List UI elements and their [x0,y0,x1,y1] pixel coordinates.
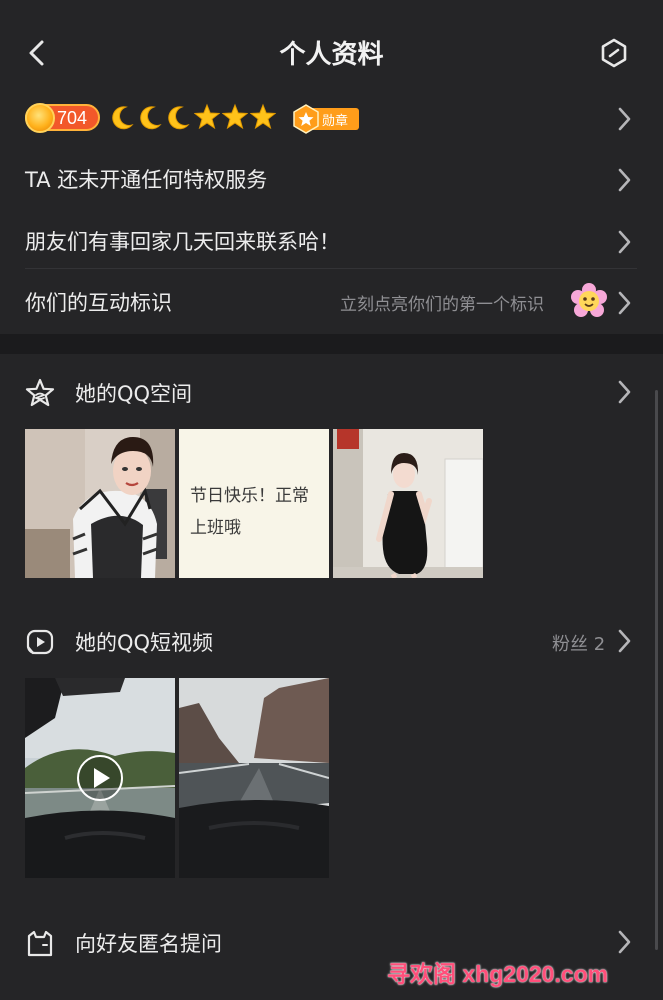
star-icon [249,103,277,135]
privilege-text: TA 还未开通任何特权服务 [25,168,268,192]
moon-icon [166,103,192,135]
short-video-header[interactable]: 她的QQ短视频 粉丝 2 [0,611,663,671]
qzone-photo-1[interactable] [25,429,175,578]
chevron-right-icon [618,629,631,653]
watermark-text: 寻欢阁 xhg2020.com [387,961,609,987]
signature-row[interactable]: 朋友们有事回家几天回来联系哈！ [0,212,663,272]
followers-count: 粉丝 2 [552,634,606,655]
page-title: 个人资料 [279,40,384,70]
chevron-right-icon [618,380,631,404]
section-gap [0,334,663,354]
interaction-label: 你们的互动标识 [25,291,172,315]
anonymous-ask-title: 向好友匿名提问 [75,932,222,956]
chevron-right-icon [618,930,631,954]
divider [25,268,637,269]
medal-star-icon [293,104,319,134]
scrollbar[interactable] [655,390,658,950]
video-thumb-2[interactable] [179,678,329,878]
qzone-header[interactable]: 她的QQ空间 [0,362,663,422]
flower-face-icon [571,283,607,317]
short-video-title: 她的QQ短视频 [75,631,214,655]
crown-coin-icon [25,103,55,133]
medal-badge[interactable]: 勋章 [291,104,359,134]
level-badge: 704 [25,103,100,133]
hexagon-menu-icon [601,38,627,68]
text-post-line-1: 节日快乐！正常 [190,486,309,506]
chevron-right-icon [618,291,631,315]
level-icons [110,103,278,133]
star-icon [221,103,249,135]
star-outline-icon [25,378,55,407]
qzone-photo-2[interactable] [333,429,483,578]
privilege-row[interactable]: TA 还未开通任何特权服务 [0,150,663,210]
moon-icon [110,103,136,135]
cat-box-icon [27,930,53,957]
more-button[interactable] [598,36,630,70]
medal-label: 勋章 [322,114,349,129]
level-number: 704 [57,108,88,128]
text-post-line-2: 上班哦 [190,518,241,538]
signature-text: 朋友们有事回家几天回来联系哈！ [25,230,340,254]
video-thumb-1[interactable] [25,678,175,878]
video-play-icon [26,629,54,655]
chevron-right-icon [618,168,631,192]
qzone-text-post[interactable]: 节日快乐！正常 上班哦 [179,429,329,578]
star-icon [193,103,221,135]
moon-icon [138,103,164,135]
interaction-hint: 立刻点亮你们的第一个标识 [340,295,544,315]
chevron-right-icon [618,107,631,131]
interaction-row[interactable]: 你们的互动标识 [0,273,663,333]
qzone-title: 她的QQ空间 [75,382,193,406]
chevron-right-icon [618,230,631,254]
